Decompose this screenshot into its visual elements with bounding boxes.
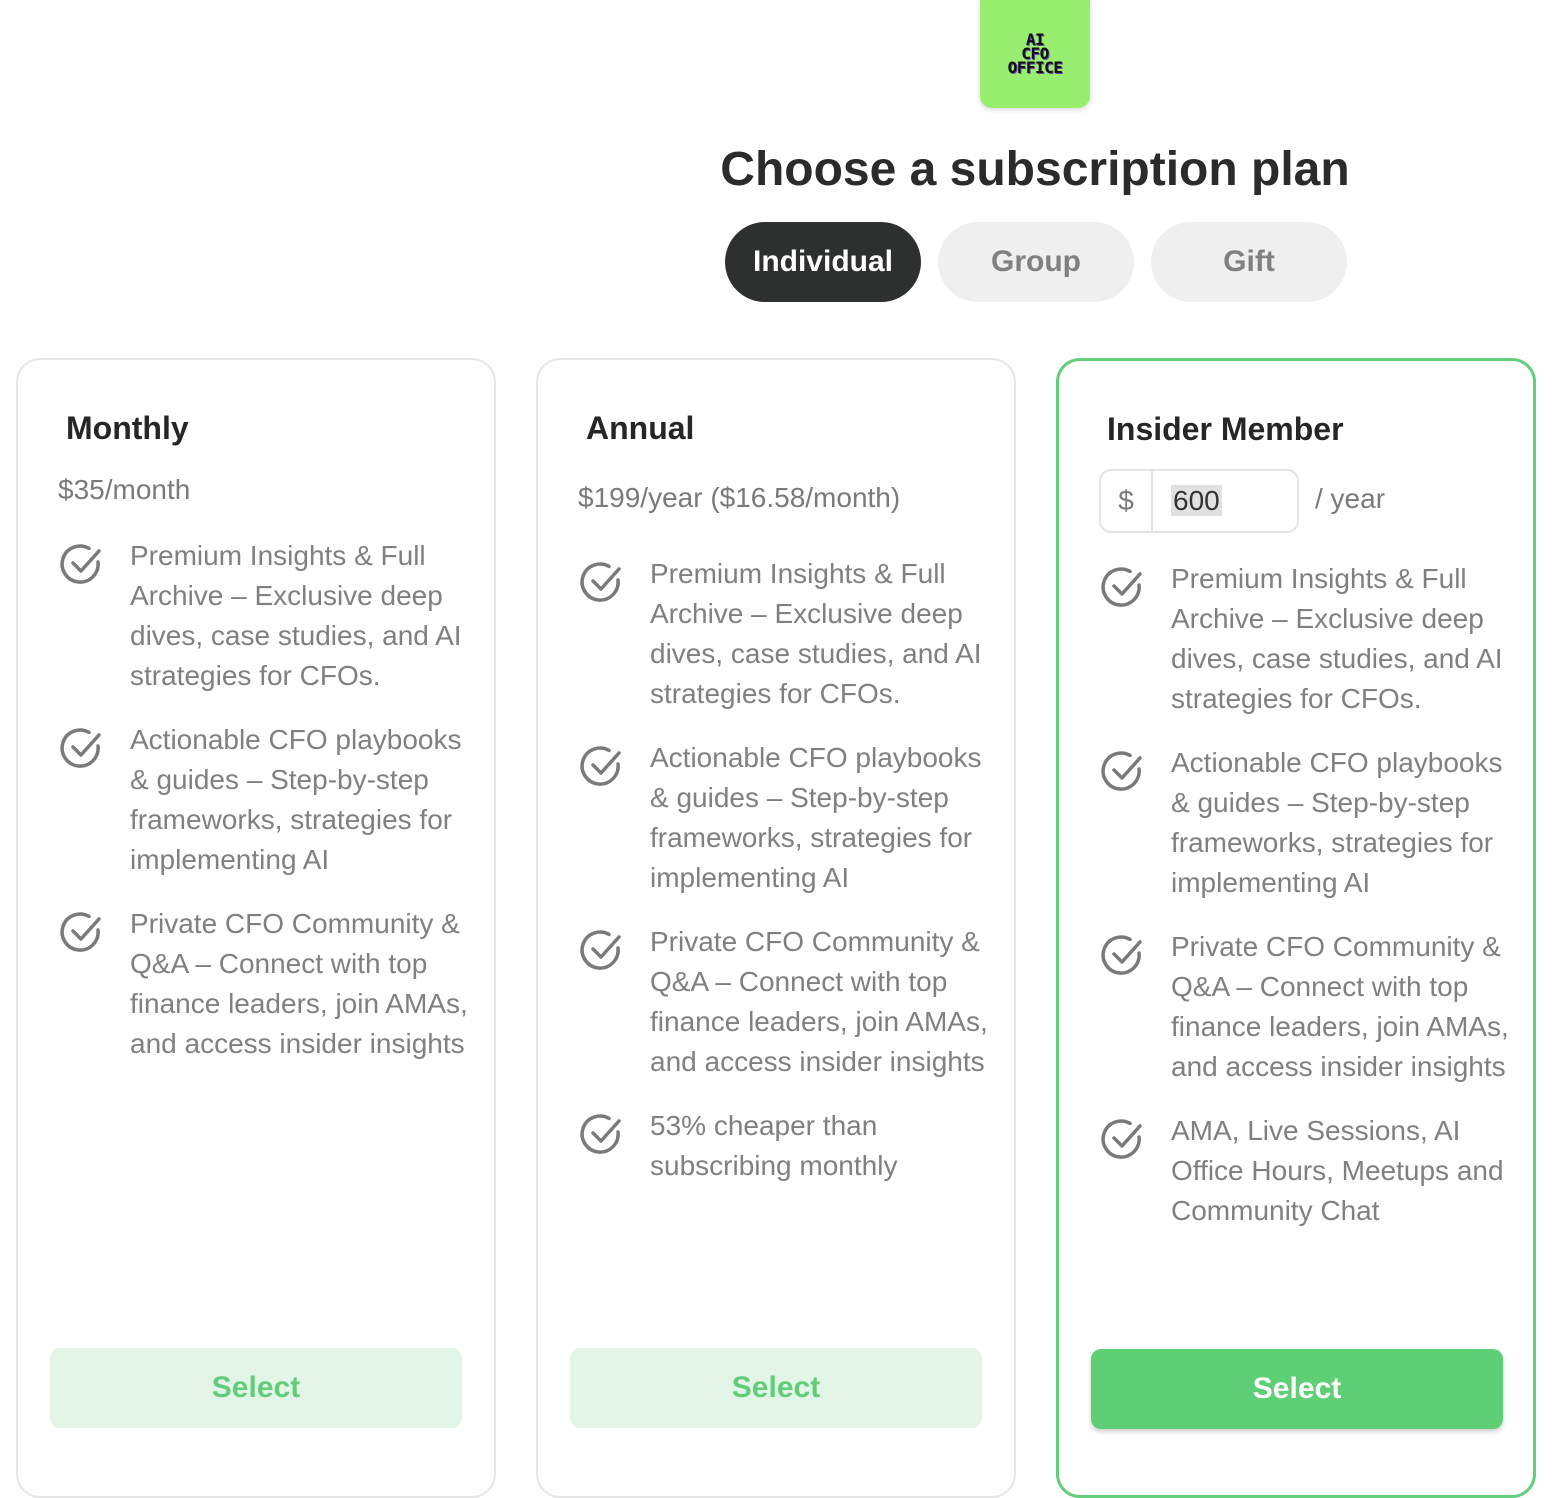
feature-item: 53% cheaper than subscribing monthly — [578, 1106, 994, 1186]
feature-text: Private CFO Community & Q&A – Connect wi… — [650, 926, 988, 1077]
feature-list: Premium Insights & Full Archive – Exclus… — [578, 554, 994, 1210]
page-title: Choose a subscription plan — [720, 143, 1350, 196]
tab-individual[interactable]: Individual — [725, 222, 921, 302]
feature-list: Premium Insights & Full Archive – Exclus… — [58, 536, 474, 1088]
feature-item: Private CFO Community & Q&A – Connect wi… — [578, 922, 994, 1082]
select-insider-member-button[interactable]: Select — [1091, 1349, 1503, 1429]
plan-card-annual: Annual $199/year ($16.58/month) Premium … — [536, 358, 1016, 1498]
plan-card-insider-member: Insider Member $ 600 / year Premium Insi… — [1056, 358, 1536, 1498]
feature-text: Actionable CFO playbooks & guides – Step… — [130, 724, 462, 875]
feature-text: Premium Insights & Full Archive – Exclus… — [130, 540, 462, 691]
brand-logo[interactable]: AI CFO OFFICE — [980, 0, 1090, 108]
check-circle-icon — [580, 1114, 621, 1154]
feature-item: Private CFO Community & Q&A – Connect wi… — [58, 904, 474, 1064]
amount-field[interactable]: 600 — [1153, 485, 1222, 517]
check-circle-icon — [580, 930, 621, 970]
plan-card-monthly: Monthly $35/month Premium Insights & Ful… — [16, 358, 496, 1498]
logo-line-3: OFFICE — [1007, 58, 1063, 77]
plan-title: Insider Member — [1107, 411, 1344, 447]
feature-text: Premium Insights & Full Archive – Exclus… — [1171, 563, 1503, 714]
plan-price: $199/year ($16.58/month) — [578, 482, 901, 513]
feature-text: 53% cheaper than subscribing monthly — [650, 1110, 898, 1181]
feature-text: AMA, Live Sessions, AI Office Hours, Mee… — [1171, 1115, 1504, 1226]
check-circle-icon — [1101, 567, 1142, 607]
feature-item: Premium Insights & Full Archive – Exclus… — [1099, 559, 1513, 719]
select-monthly-button[interactable]: Select — [50, 1348, 462, 1428]
price-input: $ 600 — [1099, 469, 1299, 533]
feature-text: Premium Insights & Full Archive – Exclus… — [650, 558, 982, 709]
check-circle-icon — [1101, 1119, 1142, 1159]
feature-text: Private CFO Community & Q&A – Connect wi… — [130, 908, 468, 1059]
tab-gift[interactable]: Gift — [1151, 222, 1347, 302]
feature-text: Actionable CFO playbooks & guides – Step… — [650, 742, 982, 893]
feature-text: Actionable CFO playbooks & guides – Step… — [1171, 747, 1503, 898]
check-circle-icon — [1101, 751, 1142, 791]
tab-group[interactable]: Group — [938, 222, 1134, 302]
select-annual-button[interactable]: Select — [570, 1348, 982, 1428]
feature-item: Actionable CFO playbooks & guides – Step… — [58, 720, 474, 880]
check-circle-icon — [60, 912, 101, 952]
plan-type-tabs: Individual Group Gift — [725, 222, 1347, 302]
feature-item: Actionable CFO playbooks & guides – Step… — [1099, 743, 1513, 903]
plan-price: $35/month — [58, 474, 191, 505]
amount-value: 600 — [1171, 485, 1222, 516]
check-circle-icon — [60, 544, 101, 584]
check-circle-icon — [580, 746, 621, 786]
feature-text: Private CFO Community & Q&A – Connect wi… — [1171, 931, 1509, 1082]
check-circle-icon — [580, 562, 621, 602]
price-period: / year — [1315, 483, 1386, 514]
check-circle-icon — [1101, 935, 1142, 975]
feature-list: Premium Insights & Full Archive – Exclus… — [1099, 559, 1513, 1255]
plan-title: Monthly — [66, 410, 189, 446]
currency-prefix: $ — [1101, 471, 1153, 531]
feature-item: Premium Insights & Full Archive – Exclus… — [578, 554, 994, 714]
plan-title: Annual — [586, 410, 695, 446]
feature-item: Actionable CFO playbooks & guides – Step… — [578, 738, 994, 898]
feature-item: AMA, Live Sessions, AI Office Hours, Mee… — [1099, 1111, 1513, 1231]
feature-item: Private CFO Community & Q&A – Connect wi… — [1099, 927, 1513, 1087]
check-circle-icon — [60, 728, 101, 768]
feature-item: Premium Insights & Full Archive – Exclus… — [58, 536, 474, 696]
